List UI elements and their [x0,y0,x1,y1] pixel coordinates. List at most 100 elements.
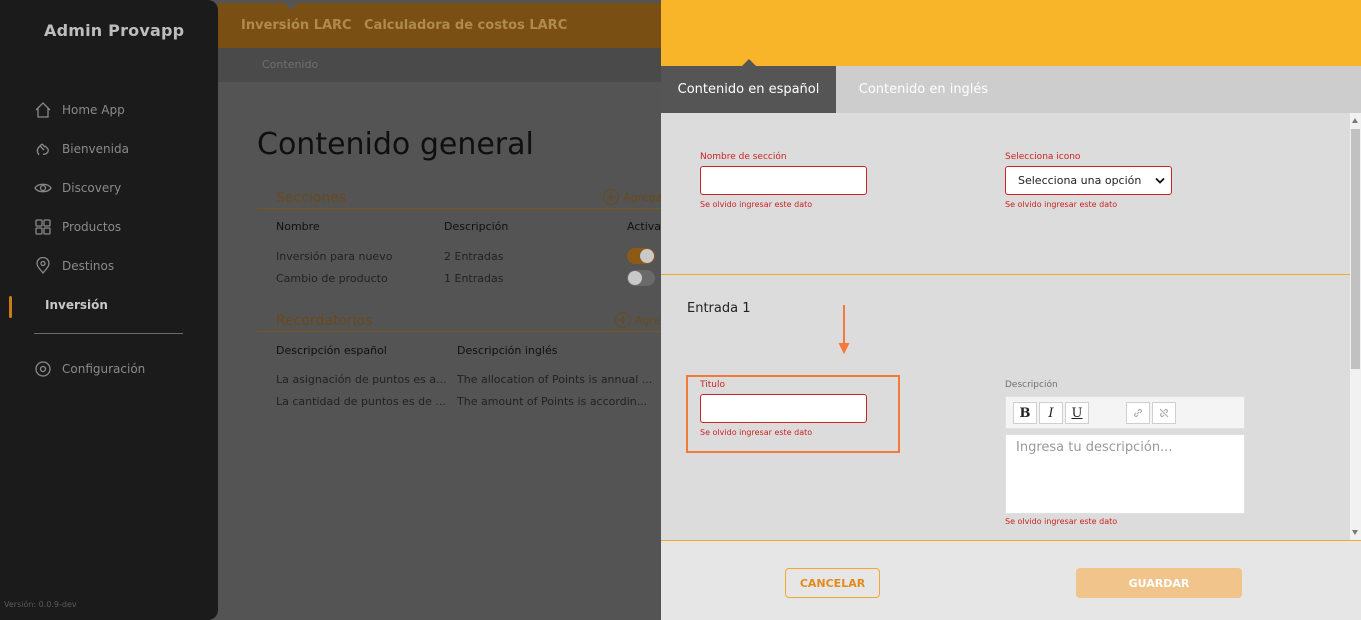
sidebar-item-label: Inversión [45,298,108,312]
nombre-seccion-error: Se olvido ingresar este dato [700,200,813,209]
icono-error: Se olvido ingresar este dato [1005,200,1118,209]
chevron-down-icon [1155,177,1165,184]
sidebar-item-destinos[interactable]: Destinos [34,257,114,275]
active-tab-caret [742,59,756,66]
titulo-input[interactable] [700,394,867,423]
sidebar-item-productos[interactable]: Productos [34,218,121,236]
secciones-divider [257,208,661,209]
sidebar-item-label: Configuración [62,362,146,376]
plus-circle-icon: + [603,189,619,205]
bold-button[interactable]: B [1013,402,1037,424]
icono-select-value: Selecciona una opción [1018,174,1142,187]
column-header-nombre: Nombre [276,220,320,233]
table-cell-es: La cantidad de puntos es de ... [276,395,446,408]
sidebar-item-inversion[interactable]: Inversión [45,298,108,312]
plus-circle-icon: + [615,312,631,328]
scrollbar-thumb[interactable] [1351,129,1360,369]
recordatorios-divider [257,331,661,332]
hand-wave-icon [36,143,49,156]
nombre-seccion-input[interactable] [700,166,867,195]
activar-toggle-on[interactable] [627,248,655,264]
descripcion-error: Se olvido ingresar este dato [1005,517,1118,526]
italic-button[interactable]: I [1039,402,1063,424]
eye-icon [34,183,52,193]
sidebar-item-discovery[interactable]: Discovery [34,179,121,197]
table-cell-es: La asignación de puntos es a... [276,373,447,386]
link-icon [1133,408,1143,418]
gear-icon [35,361,51,377]
active-tab-caret [284,3,298,10]
rich-text-toolbar: B I U [1005,396,1245,429]
page-title: Contenido general [257,127,534,162]
location-pin-icon [36,257,50,275]
descripcion-editor[interactable]: Ingresa tu descripción... [1005,434,1245,514]
cancel-button[interactable]: CANCELAR [785,568,880,598]
tab-label: Contenido en español [677,82,820,97]
sidebar-item-bienvenida[interactable]: Bienvenida [34,140,129,158]
home-icon [35,102,51,118]
edit-section-panel: Contenido en español Contenido en inglés… [661,0,1361,620]
grid-icon [35,219,51,235]
app-brand: Admin Provapp [44,21,185,40]
panel-footer: CANCELAR GUARDAR [661,540,1361,620]
nombre-seccion-label: Nombre de sección [700,152,787,162]
language-tabs: Contenido en español Contenido en inglés [661,59,1361,113]
descripcion-label: Descripción [1005,380,1058,390]
sidebar-item-label: Bienvenida [62,142,129,156]
scroll-down-icon[interactable] [1352,530,1358,535]
active-indicator [9,296,12,318]
sidebar-item-configuracion[interactable]: Configuración [34,360,145,378]
icono-label: Selecciona icono [1005,152,1081,162]
unlink-icon [1159,408,1169,418]
recordatorios-heading: Recordatorios [276,313,373,329]
table-cell-en: The amount of Points is accordin... [457,395,648,408]
scroll-up-icon[interactable] [1352,118,1358,123]
save-button[interactable]: GUARDAR [1076,568,1242,598]
toggle-knob [628,271,642,285]
sidebar-item-home-app[interactable]: Home App [34,101,125,119]
arrow-down-icon [838,305,850,355]
breadcrumb-item[interactable]: Contenido [262,58,318,71]
top-nav: Inversión LARC Calculadora de costos LAR… [218,3,661,48]
secciones-heading: Secciones [276,190,347,206]
sidebar-item-label: Productos [62,220,122,234]
unlink-button[interactable] [1152,402,1176,424]
breadcrumb: Contenido [218,48,661,82]
activar-toggle-off[interactable] [627,270,655,286]
link-button[interactable] [1126,402,1150,424]
panel-form: Nombre de sección Se olvido ingresar est… [661,113,1350,540]
add-seccion-button[interactable]: + Agrega [603,189,662,205]
table-cell-en: The allocation of Points is annual ... [457,373,653,386]
column-header-descripcion-espanol: Descripción español [276,344,387,357]
tab-contenido-ingles[interactable]: Contenido en inglés [836,66,1011,113]
sidebar-item-label: Destinos [62,259,115,273]
table-cell-descripcion: 1 Entradas [444,272,504,285]
column-header-descripcion: Descripción [444,220,509,233]
add-seccion-label: Agrega [623,190,663,204]
tab-calculadora-costos[interactable]: Calculadora de costos LARC [364,18,567,33]
titulo-label: Titulo [700,380,725,390]
add-recordatorio-button[interactable]: + Agreg [615,312,668,328]
entry-title: Entrada 1 [687,301,751,316]
icono-select[interactable]: Selecciona una opción [1005,166,1172,195]
sidebar-divider [34,333,183,334]
underline-button[interactable]: U [1065,402,1089,424]
section-divider [661,274,1350,275]
titulo-error: Se olvido ingresar este dato [700,428,813,437]
column-header-activar: Activar [627,220,666,233]
table-cell-nombre: Inversión para nuevo [276,250,393,263]
toggle-knob [640,249,654,263]
descripcion-placeholder: Ingresa tu descripción... [1016,440,1173,455]
panel-scrollbar[interactable] [1350,113,1361,540]
tab-label: Contenido en inglés [858,82,989,97]
sidebar-item-label: Discovery [62,181,122,195]
sidebar-item-label: Home App [62,103,125,117]
sidebar: Admin Provapp Home App Bienvenida Discov… [0,0,218,620]
tab-contenido-espanol[interactable]: Contenido en español [661,59,836,113]
panel-header [661,0,1361,66]
column-header-descripcion-ingles: Descripción inglés [457,344,558,357]
version-text: Versión: 0.0.9-dev [4,600,77,609]
table-cell-descripcion: 2 Entradas [444,250,504,263]
table-cell-nombre: Cambio de producto [276,272,388,285]
tab-inversion-larc[interactable]: Inversión LARC [241,18,352,33]
